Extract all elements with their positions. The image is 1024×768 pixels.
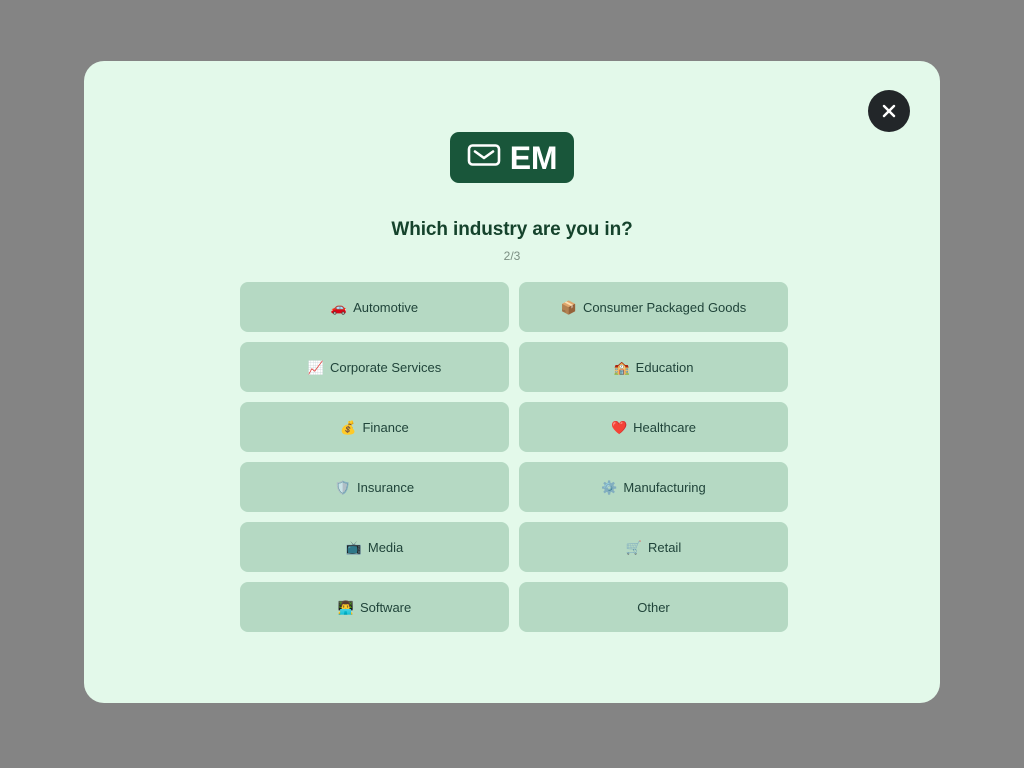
option-label: Automotive	[353, 299, 419, 315]
screen: EM Which industry are you in? 2/3 🚗 Auto…	[0, 0, 1024, 768]
option-insurance[interactable]: 🛡️ Insurance	[240, 462, 509, 512]
option-label: Corporate Services	[329, 359, 442, 375]
option-label: Consumer Packaged Goods	[582, 299, 747, 315]
option-retail[interactable]: 🛒 Retail	[519, 522, 788, 572]
option-education[interactable]: 🏫 Education	[519, 342, 788, 392]
logo-wrapper: EM	[84, 132, 940, 183]
option-label: Education	[635, 359, 694, 375]
option-label: Insurance	[357, 479, 415, 495]
option-label: Finance	[362, 419, 409, 435]
logo-text: EM	[509, 139, 558, 176]
option-consumer-packaged-goods[interactable]: 📦 Consumer Packaged Goods	[519, 282, 788, 332]
envelope-icon	[467, 142, 501, 173]
option-label: Other	[637, 599, 670, 615]
school-icon: 🏫	[613, 359, 630, 375]
option-label: Retail	[647, 539, 682, 555]
gear-icon: ⚙️	[601, 479, 618, 495]
technologist-icon: 👨‍💻	[337, 599, 354, 615]
option-healthcare[interactable]: ❤️ Healthcare	[519, 402, 788, 452]
page-title: Which industry are you in?	[391, 219, 633, 240]
industry-survey-modal: EM Which industry are you in? 2/3 🚗 Auto…	[84, 61, 940, 703]
industry-options-grid: 🚗 Automotive 📦 Consumer Packaged Goods 📈…	[240, 282, 788, 632]
option-label: Manufacturing	[623, 479, 706, 495]
money-bag-icon: 💰	[340, 419, 357, 435]
shield-icon: 🛡️	[334, 479, 352, 495]
package-icon: 📦	[560, 299, 577, 315]
option-corporate-services[interactable]: 📈 Corporate Services	[240, 342, 509, 392]
heart-icon: ❤️	[610, 419, 628, 435]
option-media[interactable]: 📺 Media	[240, 522, 509, 572]
option-label: Healthcare	[633, 419, 697, 435]
car-icon: 🚗	[330, 299, 348, 315]
close-icon	[879, 101, 899, 121]
chart-increasing-icon: 📈	[307, 359, 324, 375]
option-label: Media	[367, 539, 404, 555]
option-manufacturing[interactable]: ⚙️ Manufacturing	[519, 462, 788, 512]
step-counter: 2/3	[503, 249, 521, 263]
option-software[interactable]: 👨‍💻 Software	[240, 582, 509, 632]
close-button[interactable]	[868, 90, 910, 132]
option-finance[interactable]: 💰 Finance	[240, 402, 509, 452]
option-automotive[interactable]: 🚗 Automotive	[240, 282, 509, 332]
option-label: Software	[359, 599, 412, 615]
television-icon: 📺	[345, 539, 362, 555]
option-other[interactable]: Other	[519, 582, 788, 632]
shopping-cart-icon: 🛒	[625, 539, 642, 555]
brand-logo: EM	[449, 132, 575, 183]
